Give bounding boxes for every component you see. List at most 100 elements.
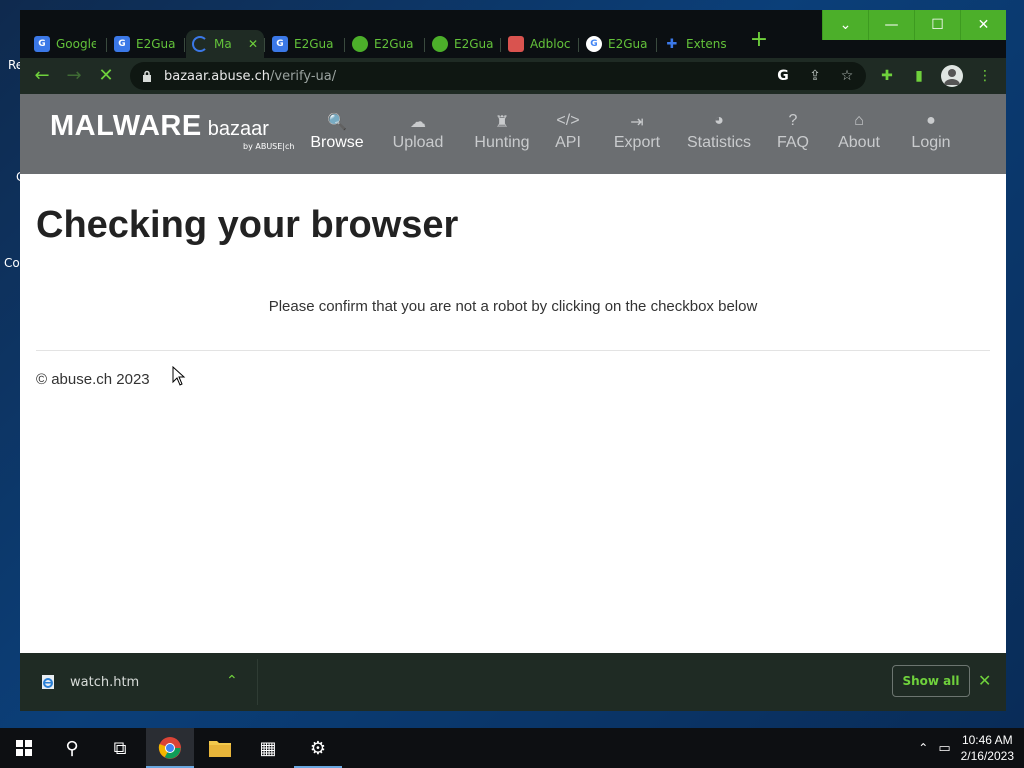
tab-separator	[344, 38, 345, 52]
adblock-icon	[508, 36, 524, 52]
chrome-taskbar-icon[interactable]	[146, 728, 194, 768]
bookmark-star-icon[interactable]: ☆	[838, 67, 856, 85]
puzzle-icon: ✚	[666, 36, 678, 52]
html-file-icon	[42, 675, 54, 689]
tab-title: E2Guar	[136, 37, 176, 51]
browser-tab[interactable]: Adbloc	[502, 30, 580, 58]
tab-title: Adbloc	[530, 37, 570, 51]
page-title: Checking your browser	[36, 204, 459, 246]
captcha-instructions: Please confirm that you are not a robot …	[268, 298, 758, 315]
user-icon: ●	[926, 112, 936, 129]
chevron-up-icon[interactable]: ⌃	[918, 741, 928, 755]
nav-label: Export	[613, 134, 661, 151]
tab-search-icon[interactable]: ⌄	[822, 10, 868, 40]
new-tab-button[interactable]: +	[748, 29, 770, 52]
download-filename: watch.htm	[70, 674, 140, 690]
browser-tab[interactable]: E2Guar	[346, 30, 424, 58]
tab-title: Google	[56, 37, 96, 51]
download-item[interactable]: watch.htm	[40, 667, 139, 697]
tab-title: E2Guar	[294, 37, 334, 51]
download-shelf: watch.htm ⌃ Show all ✕	[20, 653, 1006, 711]
close-tab-icon[interactable]: ✕	[248, 37, 258, 51]
page-content: Checking your browser Please confirm tha…	[20, 174, 1006, 654]
tab-separator	[500, 38, 501, 52]
file-explorer-icon[interactable]	[196, 728, 244, 768]
browser-tab[interactable]: G E2Guar	[108, 30, 186, 58]
clock[interactable]: 10:46 AM 2/16/2023	[961, 732, 1014, 764]
nav-label: Login	[911, 134, 951, 151]
tab-separator	[184, 38, 185, 52]
tab-title: Extensi	[686, 37, 726, 51]
task-view-icon[interactable]: ⧉	[96, 728, 144, 768]
site-navbar: MALWARE bazaar by ABUSE|ch 🔍 Browse ☁ Upload…	[20, 94, 1006, 174]
chrome-menu-icon[interactable]: ⋮	[974, 65, 996, 87]
cloud-upload-icon: ☁	[410, 114, 426, 131]
browser-tab[interactable]: G Google	[28, 30, 106, 58]
search-icon: 🔍	[327, 114, 347, 131]
tab-strip: G Google G E2Guar Ma ✕ G E2Guar E2Guar E2Guar Adbl…	[20, 10, 1006, 58]
lock-icon	[143, 70, 151, 82]
google-translate-icon: G	[34, 36, 50, 52]
back-icon[interactable]: ←	[30, 64, 54, 88]
google-translate-icon: G	[114, 36, 130, 52]
system-tray: ⌃ ▭ 10:46 AM 2/16/2023	[918, 728, 1024, 768]
extensions-puzzle-icon[interactable]: ✚	[876, 65, 898, 87]
divider	[257, 659, 258, 705]
nav-item-login[interactable]: ● Login	[886, 112, 976, 152]
windows-start-icon[interactable]	[0, 728, 48, 768]
loading-spinner-icon	[192, 36, 208, 52]
settings-gear-icon[interactable]: ⚙	[294, 728, 342, 768]
close-window-icon[interactable]: ✕	[960, 10, 1006, 40]
nav-label: Browse	[310, 134, 364, 151]
tab-title: E2Guar	[454, 37, 494, 51]
google-translate-icon: G	[272, 36, 288, 52]
taskbar: ⚲ ⧉ ▦ ⚙ ⌃ ▭ 10:46 AM 2/16/2023	[0, 728, 1024, 768]
divider	[36, 350, 990, 351]
network-app-icon[interactable]: ▦	[244, 728, 292, 768]
profile-avatar-icon[interactable]	[941, 65, 963, 87]
globe-icon	[352, 36, 368, 52]
close-shelf-icon[interactable]: ✕	[978, 671, 991, 690]
browser-tab[interactable]: G E2Guar	[266, 30, 344, 58]
tab-separator	[578, 38, 579, 52]
nav-label: Upload	[392, 134, 444, 151]
browser-tab[interactable]: ✚ Extensi	[658, 30, 736, 58]
desktop-icon-label[interactable]: Co	[4, 256, 20, 270]
globe-icon	[432, 36, 448, 52]
mouse-cursor-icon	[172, 366, 186, 386]
chevron-up-icon[interactable]: ⌃	[226, 673, 238, 689]
tab-separator	[424, 38, 425, 52]
minimize-icon[interactable]: —	[868, 10, 914, 40]
address-bar[interactable]: bazaar.abuse.ch/verify-ua/ G ⇪ ☆	[130, 62, 866, 90]
browser-tab[interactable]: G E2Guar	[580, 30, 658, 58]
share-icon[interactable]: ⇪	[806, 67, 824, 85]
malware-bazaar-logo[interactable]: MALWARE bazaar by ABUSE|ch	[50, 110, 294, 151]
clock-date: 2/16/2023	[960, 749, 1014, 763]
nav-item-browse[interactable]: 🔍 Browse	[292, 112, 382, 152]
browser-toolbar: ← → ✕ bazaar.abuse.ch/verify-ua/ G ⇪ ☆ ✚…	[20, 58, 1006, 94]
network-icon[interactable]: ▭	[938, 741, 950, 756]
stop-loading-icon[interactable]: ✕	[94, 64, 118, 88]
clock-time: 10:46 AM	[961, 733, 1013, 747]
window-controls: ⌄ — ☐ ✕	[822, 10, 1006, 40]
side-panel-icon[interactable]: ▮	[908, 65, 930, 87]
tab-separator	[264, 38, 265, 52]
browser-window: G Google G E2Guar Ma ✕ G E2Guar E2Guar E2Guar Adbl…	[20, 10, 1006, 711]
browser-tab[interactable]: E2Guar	[426, 30, 504, 58]
browser-tab[interactable]: Ma ✕	[186, 30, 264, 58]
tab-separator	[656, 38, 657, 52]
nav-item-export[interactable]: ⇥ Export	[592, 112, 682, 152]
copyright-footer: © abuse.ch 2023	[36, 371, 150, 388]
search-icon[interactable]: ⚲	[48, 728, 96, 768]
tab-title: E2Guar	[608, 37, 648, 51]
maximize-icon[interactable]: ☐	[914, 10, 960, 40]
export-icon: ⇥	[630, 114, 644, 131]
google-lens-icon[interactable]: G	[774, 67, 792, 85]
url-text: bazaar.abuse.ch/verify-ua/	[164, 68, 337, 84]
tab-separator	[106, 38, 107, 52]
tab-title: E2Guar	[374, 37, 414, 51]
forward-icon[interactable]: →	[62, 64, 86, 88]
nav-item-upload[interactable]: ☁ Upload	[373, 112, 463, 152]
google-g-icon: G	[586, 36, 602, 52]
show-all-button[interactable]: Show all	[892, 665, 970, 697]
